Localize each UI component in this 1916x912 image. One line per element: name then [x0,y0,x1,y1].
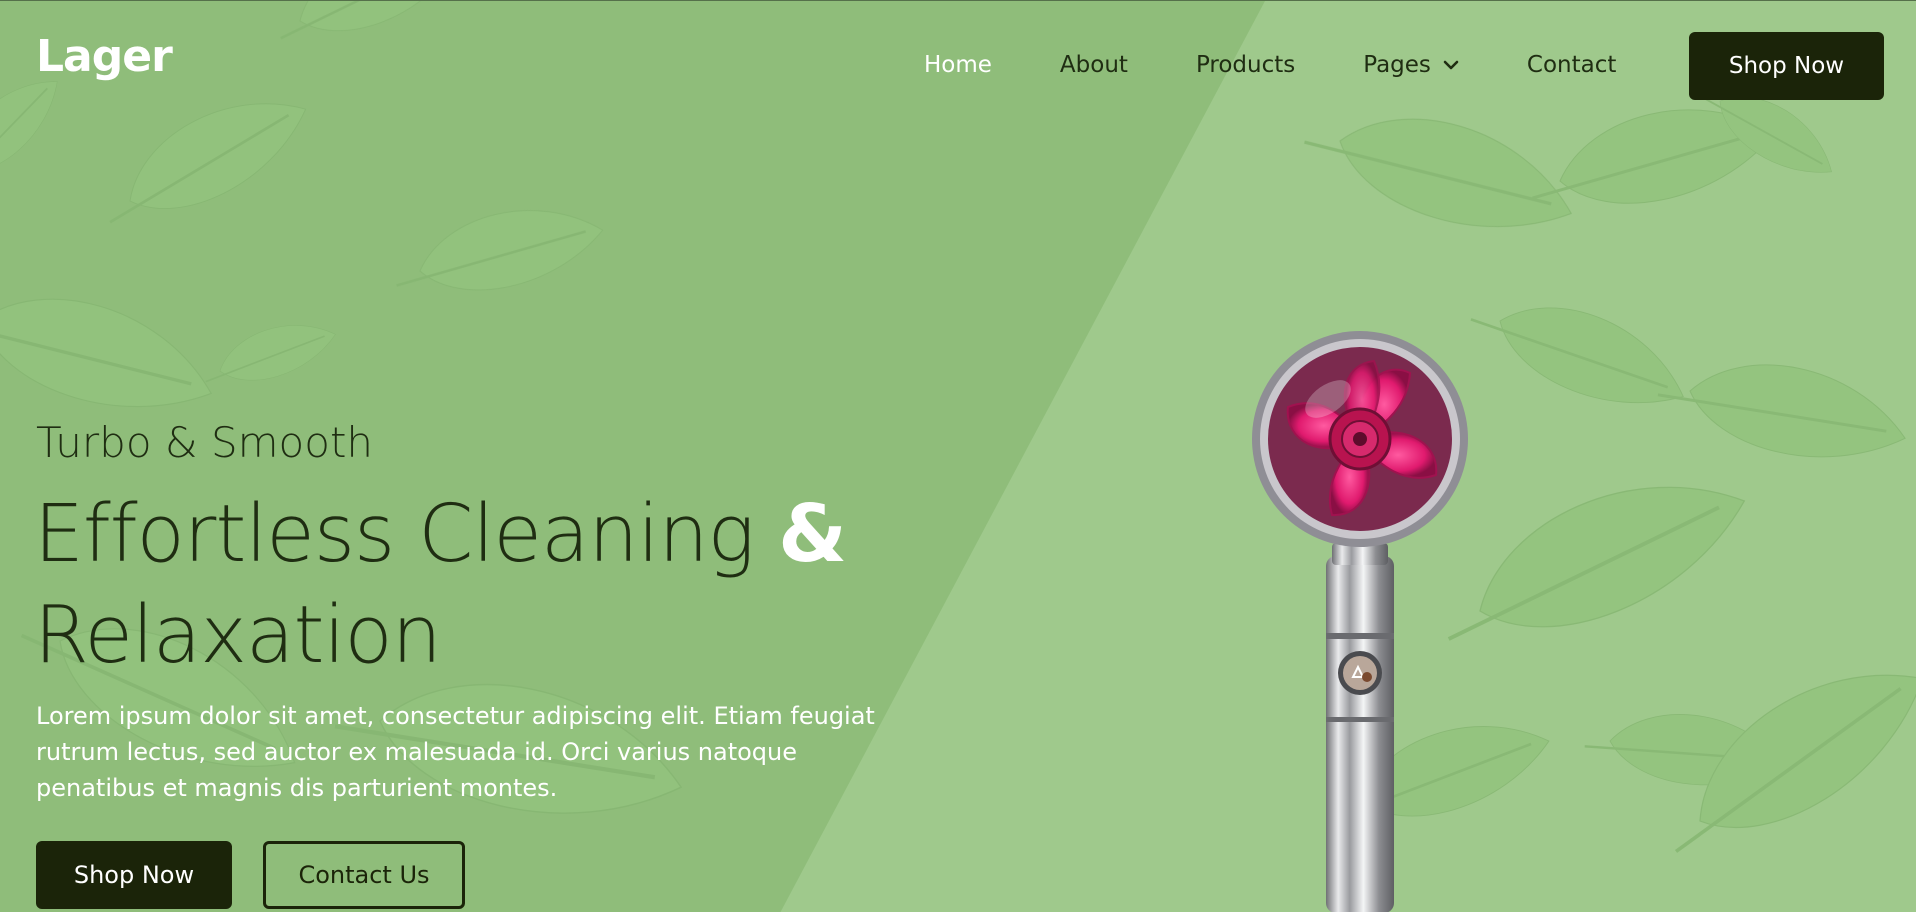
nav-item-pages[interactable]: Pages [1363,52,1459,78]
hero-subtitle: Turbo & Smooth [36,418,374,467]
brand-logo[interactable]: Lager [36,31,173,82]
headline-line2: Relaxation [34,589,442,681]
nav-item-label: Products [1195,52,1296,78]
nav-item-contact[interactable]: Contact [1527,52,1616,78]
nav-item-products[interactable]: Products [1196,52,1295,78]
shower-head-product-image [1252,331,1468,912]
hero-contact-us-button[interactable]: Contact Us [263,841,465,909]
nav-item-label: Contact [1526,52,1617,78]
nav-item-home[interactable]: Home [924,52,992,78]
main-nav: Home About Products Pages Contact [924,49,1616,81]
hero-headline: Effortless Cleaning & Relaxation [34,484,934,686]
headline-line1: Effortless Cleaning [34,488,755,580]
nav-item-label: Pages [1363,52,1431,78]
top-navbar: Lager Home About Products Pages Contact … [0,1,1916,131]
hero-shop-now-button[interactable]: Shop Now [36,841,232,909]
nav-item-label: About [1059,52,1128,78]
header-shop-now-button[interactable]: Shop Now [1689,32,1884,100]
headline-ampersand: & [778,488,847,580]
nav-item-label: Home [924,52,992,78]
hero-section: Lager Home About Products Pages Contact … [0,0,1916,912]
nav-item-about[interactable]: About [1060,52,1128,78]
chevron-down-icon [1443,60,1459,70]
hero-description: Lorem ipsum dolor sit amet, consectetur … [36,702,875,802]
